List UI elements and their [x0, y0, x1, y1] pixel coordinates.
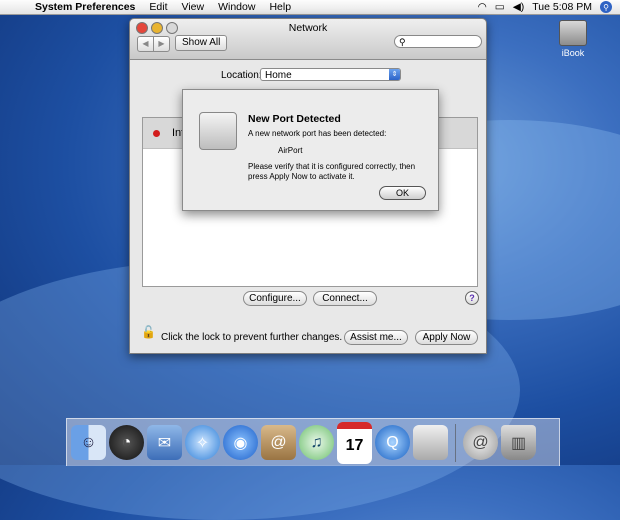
ical-icon[interactable]: 17: [337, 421, 372, 464]
dashboard-icon[interactable]: ◔: [109, 425, 144, 460]
status-dot-icon: [153, 129, 160, 137]
desktop-drive[interactable]: iBook: [553, 20, 593, 58]
dock-separator: [455, 423, 456, 462]
sheet-message: A new network port has been detected:: [248, 129, 387, 138]
ok-button[interactable]: OK: [379, 186, 426, 200]
network-prefs-icon: [199, 112, 237, 150]
menu-app-name[interactable]: System Preferences: [28, 1, 142, 13]
menu-edit[interactable]: Edit: [142, 1, 174, 13]
location-select[interactable]: Home ⇕: [260, 68, 401, 81]
address-book-icon[interactable]: @: [261, 425, 296, 460]
sheet-instructions: Please verify that it is configured corr…: [248, 162, 416, 181]
hard-drive-icon: [559, 20, 587, 46]
quicktime-icon[interactable]: Q: [375, 425, 410, 460]
menu-help[interactable]: Help: [262, 1, 298, 13]
mail-alt-icon[interactable]: @: [463, 425, 498, 460]
menu-view[interactable]: View: [175, 1, 212, 13]
back-icon[interactable]: ◀: [138, 37, 153, 51]
ichat-icon[interactable]: ◉: [223, 425, 258, 460]
assist-me-button[interactable]: Assist me...: [344, 330, 408, 345]
desktop-drive-label: iBook: [561, 48, 585, 58]
menu-extras: ◠ ▭ ◀) Tue 5:08 PM ⚲: [478, 1, 620, 13]
chevron-updown-icon: ⇕: [389, 69, 400, 80]
help-button[interactable]: ?: [465, 291, 479, 305]
menu-bar: System Preferences Edit View Window Help…: [0, 0, 620, 15]
new-port-sheet: New Port Detected A new network port has…: [182, 89, 439, 211]
connect-button[interactable]: Connect...: [313, 291, 377, 306]
window-title: Network: [288, 22, 328, 34]
clock[interactable]: Tue 5:08 PM: [532, 1, 592, 13]
lock-icon[interactable]: 🔓: [141, 325, 156, 339]
volume-icon[interactable]: ◀): [513, 1, 525, 13]
nav-buttons: ◀ ▶: [137, 36, 170, 52]
trash-icon[interactable]: ▥: [501, 425, 536, 460]
dock: ☺ ◔ ✉ ✧ ◉ @ ♫ 17 Q @ ▥: [66, 418, 560, 466]
search-input[interactable]: ⚲: [394, 35, 482, 48]
mail-icon[interactable]: ✉: [147, 425, 182, 460]
spotlight-icon[interactable]: ⚲: [600, 1, 612, 13]
ical-day: 17: [345, 437, 364, 454]
system-preferences-icon[interactable]: [413, 425, 448, 460]
wifi-icon[interactable]: ◠: [478, 1, 487, 13]
configure-button[interactable]: Configure...: [243, 291, 307, 306]
apply-now-button[interactable]: Apply Now: [415, 330, 478, 345]
location-value: Home: [265, 70, 292, 81]
forward-icon[interactable]: ▶: [153, 37, 169, 51]
search-icon: ⚲: [399, 37, 406, 47]
finder-icon[interactable]: ☺: [71, 425, 106, 460]
location-label: Location:: [221, 70, 262, 81]
show-all-button[interactable]: Show All: [175, 35, 228, 51]
display-icon[interactable]: ▭: [495, 1, 505, 13]
safari-icon[interactable]: ✧: [185, 425, 220, 460]
lock-text: Click the lock to prevent further change…: [161, 332, 343, 343]
window-titlebar[interactable]: Network ◀ ▶ Show All ⚲: [130, 19, 486, 60]
sheet-title: New Port Detected: [248, 113, 341, 125]
sheet-port-name: AirPort: [278, 146, 303, 155]
itunes-icon[interactable]: ♫: [299, 425, 334, 460]
menu-window[interactable]: Window: [211, 1, 262, 13]
